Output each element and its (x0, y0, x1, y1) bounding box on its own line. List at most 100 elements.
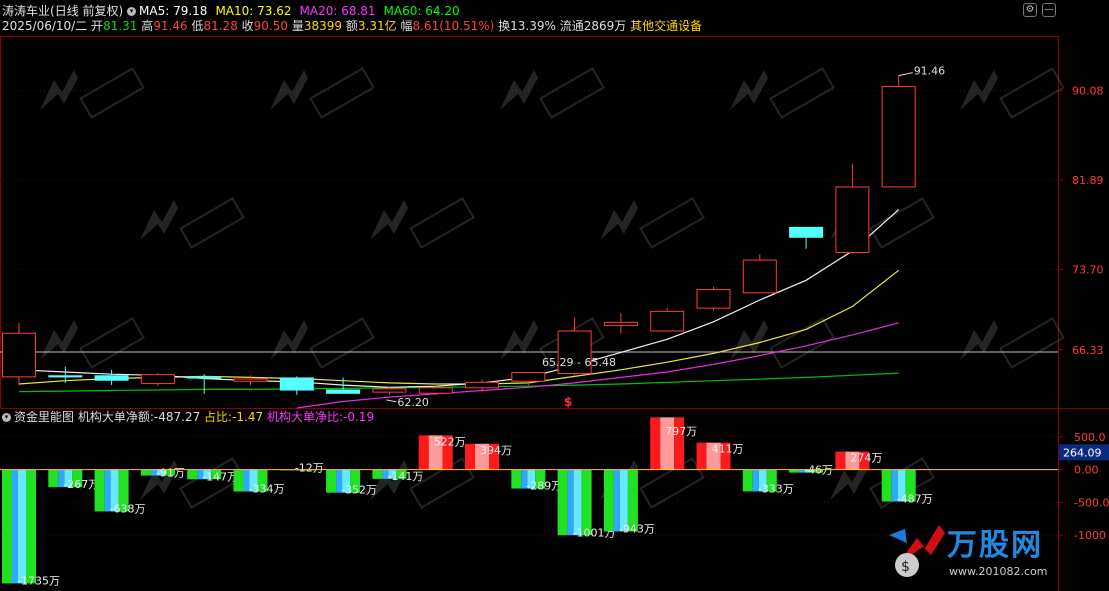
flow-bar-label: -1735万 (17, 574, 60, 587)
flow-bar-seg (835, 451, 846, 470)
amount-value: 3.31亿 (357, 19, 397, 33)
indicator-header: ▾ 资金里能图 机构大单净额:-487.27 占比:-1.47 机构大单净比:-0… (2, 409, 374, 425)
low-marker-line (386, 399, 397, 403)
candle-body-up (835, 186, 870, 253)
ratio-label: 占比: (204, 410, 233, 424)
flow-bar-seg (140, 469, 151, 476)
header-line-2: 2025/06/10/二 开81.31 高91.46 低81.28 收90.50… (2, 18, 702, 34)
candle-body-down (187, 376, 222, 379)
candle-body-down (326, 389, 361, 394)
low-label: 低 (191, 19, 204, 33)
ma-legend: MA5: 79.18 MA10: 73.62 MA20: 68.81 MA60: 64… (139, 4, 468, 18)
sub-tick-label: -500.0 (1074, 496, 1109, 509)
flow-bar-label: 274万 (850, 452, 882, 465)
range-marker-label: 65.29 - 65.48 (542, 356, 616, 369)
candle-body-up (696, 289, 731, 309)
minimize-icon[interactable]: — (1042, 3, 1056, 17)
flow-bar-label: -487万 (897, 493, 933, 506)
current-value-tag-label: 264.09 (1063, 446, 1102, 459)
flow-bar-label: -943万 (619, 522, 655, 535)
open-value: 81.31 (103, 19, 138, 33)
flow-bar-seg (94, 469, 105, 512)
watermark-tile (600, 197, 705, 249)
chart-canvas[interactable]: -1735万-267万-638万-91万 -147万-334万-12万-352万-… (0, 0, 1109, 591)
candle-body-up (603, 321, 638, 327)
watermark-box (79, 67, 145, 119)
flow-bar-seg (465, 443, 475, 470)
indicator-dropdown-icon[interactable]: ▾ (2, 413, 11, 422)
big-ratio-label: 机构大单净比: (266, 410, 344, 424)
indicator-name[interactable]: 资金里能图 (14, 410, 74, 424)
candle-body-up (465, 381, 499, 389)
watermark-box (769, 67, 835, 119)
candle-body-up (650, 310, 685, 332)
flow-bar-seg (881, 469, 892, 502)
watermark-tile (270, 67, 375, 119)
flow-bar-seg (557, 469, 568, 536)
watermark-tile (140, 197, 245, 249)
flow-bar-label: -91万 (156, 467, 185, 480)
svg-text:$: $ (901, 559, 910, 575)
open-label: 开 (91, 19, 104, 33)
flow-bar-label: 797万 (665, 425, 697, 438)
period-label: (日线 前复权) (50, 4, 124, 18)
ma-legend-item: MA10: 73.62 (215, 4, 292, 18)
amount-label: 额 (345, 19, 358, 33)
ma-legend-item: MA5: 79.18 (139, 4, 208, 18)
price-tick-label: 90.08 (1072, 85, 1104, 98)
high-value: 91.46 (153, 19, 188, 33)
dropdown-icon[interactable]: ▾ (127, 7, 137, 16)
watermark-tile (730, 67, 835, 119)
watermark-tile (370, 197, 475, 249)
flow-bar-label: -267万 (63, 478, 99, 491)
sector[interactable]: 其他交通设备 (630, 19, 702, 33)
candle-body-up (372, 388, 407, 393)
low-marker-label: 62.20 (397, 396, 429, 409)
settings-icon[interactable]: ⚙ (1023, 3, 1037, 17)
price-tick-label: 66.33 (1072, 344, 1104, 357)
volume-value: 38399 (303, 19, 343, 33)
watermark-tile (960, 317, 1065, 369)
flow-bar-seg (12, 469, 18, 584)
ratio-value: -1.47 (232, 410, 264, 424)
change-value: 8.61(10.51%) (412, 19, 495, 33)
watermark-box (179, 197, 245, 249)
volume-label: 量 (291, 19, 304, 33)
flow-bar-seg (233, 469, 244, 492)
stock-name[interactable]: 涛涛车业 (2, 4, 50, 18)
watermark-mark (730, 320, 768, 360)
flow-bar-seg (696, 442, 707, 470)
ma-legend-item: MA60: 64.20 (383, 4, 460, 18)
watermark-mark (730, 70, 768, 110)
watermark-box (309, 67, 375, 119)
svg-text:www.201082.com: www.201082.com (949, 565, 1047, 578)
ma-legend-item: MA20: 68.81 (299, 4, 376, 18)
logo-arrow-icon: $ (889, 525, 945, 577)
close-value: 90.50 (253, 19, 289, 33)
price-tick-label: 73.70 (1072, 263, 1104, 276)
flow-bar-seg (372, 469, 383, 479)
net-value: -487.27 (153, 410, 201, 424)
watermark-box (869, 197, 935, 249)
candle-body-down (789, 226, 824, 238)
watermark-mark (40, 320, 78, 360)
turnover: 换13.39% (498, 19, 556, 33)
flow-bar-label: -12万 (295, 461, 324, 474)
candle-body-down (94, 375, 129, 381)
candle-body-up (418, 387, 453, 394)
high-marker-line (898, 72, 913, 77)
watermark-mark (960, 320, 998, 360)
candle-body-up (742, 259, 777, 294)
watermark-box (639, 197, 705, 249)
axis-layer: 90.0881.8973.7066.33500.00.00-500.0-1000… (1058, 85, 1109, 542)
svg-text:万股网: 万股网 (947, 528, 1043, 563)
candle-body-up (2, 332, 36, 378)
flow-bar-seg (2, 469, 12, 584)
watermark-mark (370, 200, 408, 240)
sub-tick-label: 0.00 (1074, 464, 1099, 477)
candle-layer (2, 75, 916, 395)
flow-bar-label: -147万 (202, 470, 238, 483)
watermark-mark (140, 200, 178, 240)
high-marker-label: 91.46 (914, 65, 946, 78)
flow-bar-label: -334万 (249, 483, 285, 496)
